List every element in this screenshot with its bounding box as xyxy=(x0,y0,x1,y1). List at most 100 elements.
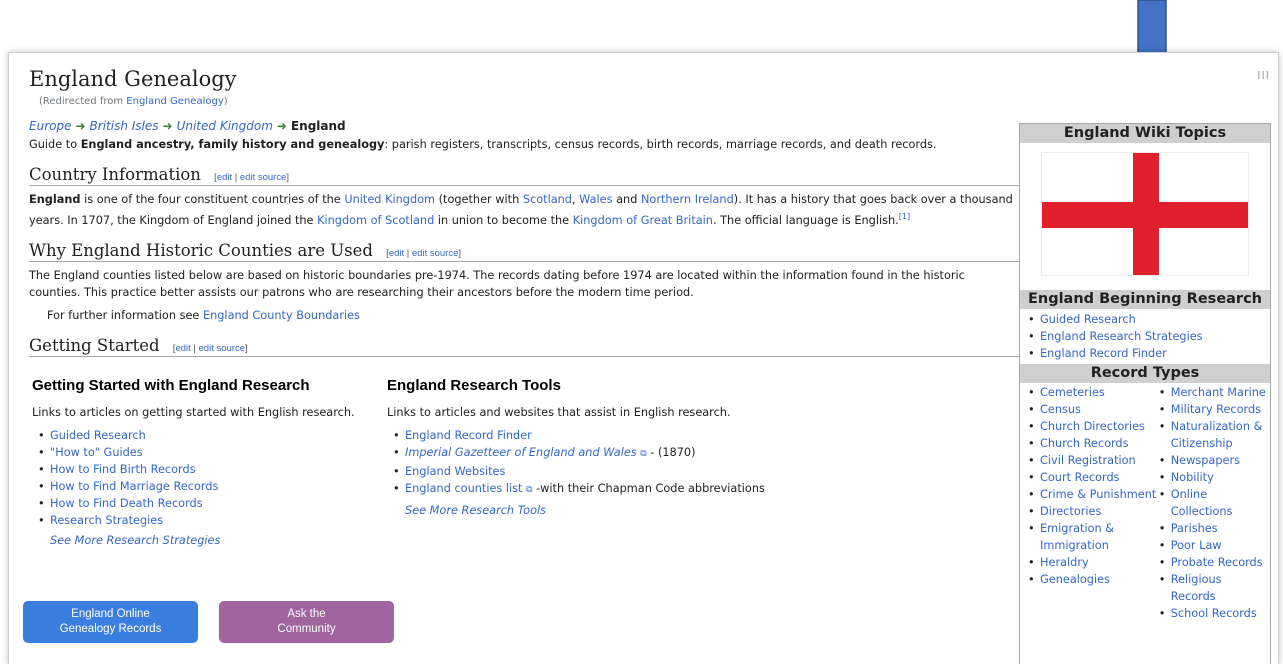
link-guided-research[interactable]: Guided Research xyxy=(50,429,146,442)
record-type-link[interactable]: Crime & Punishment xyxy=(1028,486,1159,503)
record-type-link[interactable]: Census xyxy=(1028,401,1159,418)
link-kingdom-of-great-britain[interactable]: Kingdom of Great Britain xyxy=(573,214,713,227)
breadcrumb-arrow-icon: ➜ xyxy=(162,119,173,133)
breadcrumb-arrow-icon: ➜ xyxy=(276,119,287,133)
link-suffix: - (1870) xyxy=(646,445,696,459)
link-northern-ireland[interactable]: Northern Ireland xyxy=(641,193,734,206)
record-type-link[interactable]: Nobility xyxy=(1159,469,1266,486)
link-suffix: -with their Chapman Code abbreviations xyxy=(532,481,765,495)
link-how-to-guides[interactable]: "How to" Guides xyxy=(50,446,143,459)
edit-link[interactable]: edit xyxy=(217,172,232,183)
edit-link[interactable]: edit xyxy=(175,343,190,354)
record-type-link[interactable]: Emigration & Immigration xyxy=(1028,520,1159,554)
link-record-finder[interactable]: England Record Finder xyxy=(405,429,532,442)
reference-link[interactable]: [1] xyxy=(899,212,910,221)
redirect-note: (Redirected from England Genealogy) xyxy=(39,96,1019,107)
research-tools-list: England Record Finder Imperial Gazetteer… xyxy=(393,427,787,499)
link-see-more-tools[interactable]: See More Research Tools xyxy=(405,504,546,517)
getting-started-col: Getting Started with England Research Li… xyxy=(32,377,387,549)
record-type-link[interactable]: School Records xyxy=(1159,605,1266,622)
record-type-link[interactable]: Online Collections xyxy=(1159,486,1266,520)
edit-source-link[interactable]: edit source xyxy=(199,343,245,354)
link-see-more-strategies[interactable]: See More Research Strategies xyxy=(50,534,220,547)
edit-section: [edit | edit source] xyxy=(386,248,461,259)
flag-container xyxy=(1020,143,1270,290)
sidebar-heading-topics: England Wiki Topics xyxy=(1020,124,1270,143)
historic-counties-text: The England counties listed below are ba… xyxy=(29,268,965,299)
ci-text: in union to become the xyxy=(434,213,573,227)
ci-text: (together with xyxy=(435,193,523,206)
edit-bracket: ] xyxy=(245,342,248,354)
record-types-col2: Merchant MarineMilitary RecordsNaturaliz… xyxy=(1159,384,1266,622)
link-wales[interactable]: Wales xyxy=(579,193,612,206)
record-type-link[interactable]: Military Records xyxy=(1159,401,1266,418)
main-content: England Genealogy (Redirected from Engla… xyxy=(29,65,1019,549)
action-buttons: England Online Genealogy Records Ask the… xyxy=(23,601,394,643)
list-item: England Research Strategies xyxy=(1028,328,1264,345)
ci-bold: England xyxy=(29,193,81,206)
record-type-link[interactable]: Cemeteries xyxy=(1028,384,1159,401)
sidebar-link-record-finder[interactable]: England Record Finder xyxy=(1040,347,1167,360)
record-type-link[interactable]: Court Records xyxy=(1028,469,1159,486)
edit-source-link[interactable]: edit source xyxy=(412,248,458,259)
record-type-link[interactable]: Church Directories xyxy=(1028,418,1159,435)
list-item: England counties list ⧉ -with their Chap… xyxy=(393,480,787,499)
record-type-link[interactable]: Directories xyxy=(1028,503,1159,520)
link-scotland[interactable]: Scotland xyxy=(523,193,572,206)
breadcrumb-current: England xyxy=(290,119,346,133)
edit-source-link[interactable]: edit source xyxy=(240,172,286,183)
record-type-link[interactable]: Genealogies xyxy=(1028,571,1159,588)
wiki-page-frame: III England Genealogy (Redirected from E… xyxy=(8,52,1279,664)
edit-sep: | xyxy=(190,342,199,354)
link-england-websites[interactable]: England Websites xyxy=(405,465,505,478)
sidebar-link-research-strategies[interactable]: England Research Strategies xyxy=(1040,330,1203,343)
edit-bracket: ] xyxy=(286,172,290,183)
record-type-link[interactable]: Heraldry xyxy=(1028,554,1159,571)
sidebar-heading-record-types: Record Types xyxy=(1020,364,1270,383)
link-marriage-records[interactable]: How to Find Marriage Records xyxy=(50,480,218,493)
record-type-link[interactable]: Parishes xyxy=(1159,520,1266,537)
record-type-link[interactable]: Merchant Marine xyxy=(1159,384,1266,401)
record-type-link[interactable]: Newspapers xyxy=(1159,452,1266,469)
link-birth-records[interactable]: How to Find Birth Records xyxy=(50,463,196,476)
breadcrumb-europe[interactable]: Europe xyxy=(29,119,71,133)
link-united-kingdom[interactable]: United Kingdom xyxy=(344,193,435,206)
list-item: Research Strategies xyxy=(38,512,387,529)
link-counties-list[interactable]: England counties list xyxy=(405,482,522,495)
link-kingdom-of-scotland[interactable]: Kingdom of Scotland xyxy=(317,214,434,227)
edit-link[interactable]: edit xyxy=(389,248,404,259)
country-info-text: England is one of the four constituent c… xyxy=(29,191,1019,229)
list-item: England Record Finder xyxy=(1028,345,1264,362)
record-type-link[interactable]: Religious Records xyxy=(1159,571,1266,605)
breadcrumb-british-isles[interactable]: British Isles xyxy=(90,119,159,133)
link-death-records[interactable]: How to Find Death Records xyxy=(50,497,203,510)
redirect-prefix: (Redirected from xyxy=(39,96,127,107)
record-type-link[interactable]: Naturalization & Citizenship xyxy=(1159,418,1266,452)
beginning-research-list: Guided Research England Research Strateg… xyxy=(1020,309,1270,364)
list-item: Guided Research xyxy=(38,427,387,444)
record-type-link[interactable]: Church Records xyxy=(1028,435,1159,452)
online-records-button[interactable]: England Online Genealogy Records xyxy=(23,601,198,643)
heading-text: Getting Started xyxy=(29,335,160,355)
list-item: Imperial Gazetteer of England and Wales … xyxy=(393,444,787,463)
record-types-col1: CemeteriesCensusChurch DirectoriesChurch… xyxy=(1028,384,1159,622)
link-imperial-gazetteer[interactable]: Imperial Gazetteer of England and Wales xyxy=(405,446,637,459)
col-desc: Links to articles and websites that assi… xyxy=(387,405,731,419)
getting-started-columns: Getting Started with England Research Li… xyxy=(29,377,1019,549)
list-item: How to Find Marriage Records xyxy=(38,478,387,495)
research-tools-col: England Research Tools Links to articles… xyxy=(387,377,787,549)
page-options-icon[interactable]: III xyxy=(1257,69,1270,82)
record-type-link[interactable]: Civil Registration xyxy=(1028,452,1159,469)
record-type-link[interactable]: Probate Records xyxy=(1159,554,1266,571)
ask-community-button[interactable]: Ask the Community xyxy=(219,601,394,643)
sidebar-link-guided-research[interactable]: Guided Research xyxy=(1040,313,1136,326)
link-england-county-boundaries[interactable]: England County Boundaries xyxy=(203,309,360,322)
heading-getting-started: Getting Started [edit | edit source] xyxy=(29,336,1019,357)
breadcrumb-united-kingdom[interactable]: United Kingdom xyxy=(177,119,273,133)
list-item: England Websites xyxy=(393,463,787,480)
redirect-link[interactable]: England Genealogy xyxy=(126,96,223,107)
flag-cross-horizontal xyxy=(1042,202,1248,228)
link-research-strategies[interactable]: Research Strategies xyxy=(50,514,163,527)
intro-suffix: : parish registers, transcripts, census … xyxy=(384,138,937,151)
record-type-link[interactable]: Poor Law xyxy=(1159,537,1266,554)
